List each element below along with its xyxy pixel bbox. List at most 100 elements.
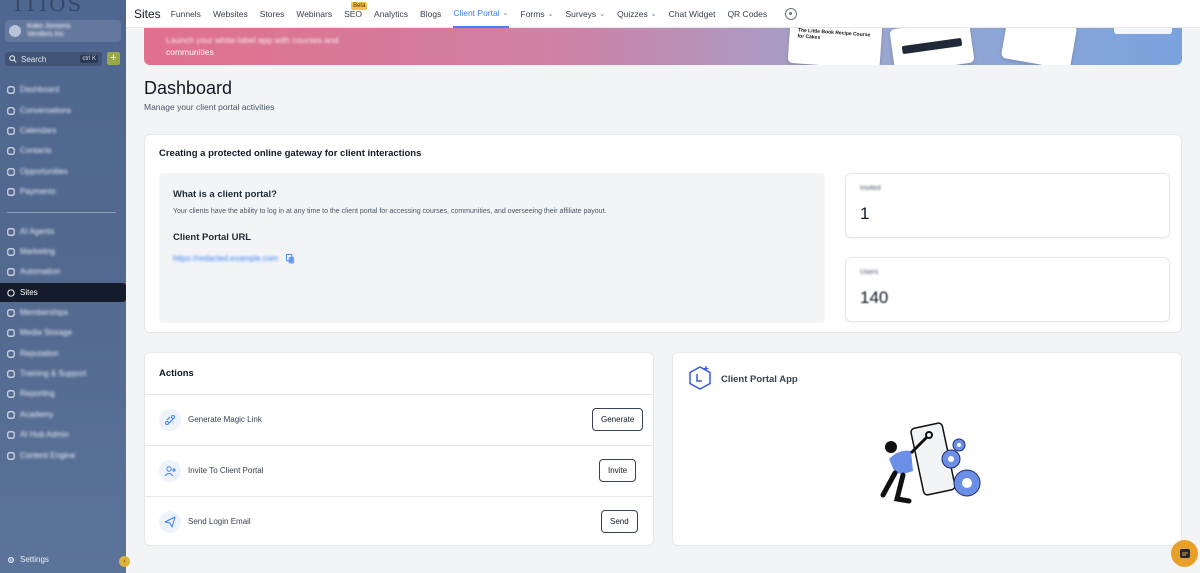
sidebar-item-label: Content Engine [20, 451, 76, 460]
nav-quizzes[interactable]: Quizzes ⌄ [617, 0, 657, 28]
copy-icon[interactable] [286, 254, 295, 264]
sidebar-item-label: Reporting [20, 389, 55, 398]
client-portal-app-logo-icon [689, 366, 711, 390]
nav-label: Analytics [374, 8, 409, 19]
banner-mockup-phone-2 [1000, 28, 1078, 65]
nav-funnels[interactable]: Funnels [171, 0, 201, 28]
search-icon [9, 55, 17, 63]
sidebar-item-ai-agents[interactable]: AI Agents [0, 222, 126, 241]
chevron-down-icon: ⌄ [547, 10, 554, 18]
nav-blogs[interactable]: Blogs [420, 0, 441, 28]
portal-info-box: What is a client portal? Your clients ha… [159, 173, 825, 323]
stat-label: Users [860, 269, 879, 276]
sidebar-item-ai-hub-admin[interactable]: AI Hub Admin [0, 425, 126, 444]
sidebar-item-dashboard[interactable]: Dashboard [0, 80, 126, 99]
actions-title: Actions [159, 368, 194, 379]
sidebar-item-media-storage[interactable]: Media Storage [0, 323, 126, 342]
nav-chat-widget[interactable]: Chat Widget [669, 0, 716, 28]
stat-invited: Invited 1 [845, 173, 1170, 238]
sidebar-item-payments[interactable]: Payments [0, 182, 126, 201]
sidebar-item-opportunities[interactable]: Opportunities [0, 162, 126, 181]
sidebar-item-sites[interactable]: Sites [0, 283, 126, 302]
chat-icon [1179, 548, 1190, 558]
invite-user-icon [159, 460, 181, 482]
sidebar-item-memberships[interactable]: Memberships [0, 303, 126, 322]
promo-banner[interactable]: Launch your white-label app with courses… [144, 28, 1182, 65]
chevron-down-icon: ⌄ [650, 10, 657, 18]
nav-forms[interactable]: Forms ⌄ [521, 0, 554, 28]
action-label: Send Login Email [188, 517, 251, 526]
sidebar-item-calendars[interactable]: Calendars [0, 121, 126, 140]
gear-icon [8, 556, 14, 563]
site-settings-gear-icon[interactable] [785, 7, 798, 20]
action-label: Generate Magic Link [188, 415, 262, 424]
sidebar-item-label: AI Agents [20, 227, 55, 236]
send-icon [159, 511, 181, 533]
portal-url-link[interactable]: https://redacted.example.com [173, 254, 278, 263]
banner-cta-button[interactable] [1114, 28, 1172, 34]
sidebar-item-reporting[interactable]: Reporting [0, 384, 126, 403]
nav-label: SEO [344, 8, 363, 19]
nav-client-portal[interactable]: Client Portal ⌄ [453, 0, 509, 28]
training-icon [7, 369, 15, 378]
sidebar: ITIOS Koko Jonisms Vendors Inc Search ct… [0, 0, 130, 573]
stat-label: Invited [860, 185, 881, 192]
portal-question: What is a client portal? [173, 189, 277, 200]
nav-label: Forms [520, 8, 545, 19]
action-row-send-email: Send Login Email Send [145, 496, 653, 547]
dollar-icon [7, 187, 15, 196]
account-sub: Vendors Inc [27, 31, 64, 38]
sidebar-item-label: Automation [20, 267, 61, 276]
sidebar-divider [7, 212, 116, 213]
sidebar-item-label: Opportunities [20, 167, 68, 176]
generate-button[interactable]: Generate [592, 408, 644, 431]
send-button[interactable]: Send [601, 510, 638, 533]
brand-logo: ITIOS [14, 0, 84, 16]
quick-add-button[interactable]: + [107, 52, 120, 65]
account-name: Koko Jonisms [27, 23, 71, 30]
collapse-sidebar-button[interactable]: ‹ [119, 556, 130, 567]
sidebar-search[interactable]: Search ctrl K [5, 52, 102, 66]
sidebar-item-label: Payments [20, 187, 56, 196]
membership-icon [7, 308, 15, 317]
account-switcher[interactable]: Koko Jonisms Vendors Inc [5, 20, 121, 42]
nav-seo[interactable]: SEO Beta [344, 0, 368, 28]
beta-badge: Beta [351, 1, 368, 10]
chevron-down-icon: ⌄ [502, 9, 509, 17]
client-portal-overview-card: Creating a protected online gateway for … [144, 134, 1182, 333]
nav-webinars[interactable]: Webinars [296, 0, 332, 28]
chart-icon [7, 389, 15, 398]
chat-support-button[interactable] [1171, 540, 1198, 567]
stat-value: 1 [860, 204, 870, 223]
sidebar-item-conversations[interactable]: Conversations [0, 101, 126, 120]
invite-button[interactable]: Invite [599, 459, 637, 482]
dashboard-icon [7, 85, 15, 94]
sidebar-item-automation[interactable]: Automation [0, 262, 126, 281]
megaphone-icon [7, 247, 15, 256]
action-row-magic-link: Generate Magic Link Generate [145, 394, 653, 445]
search-shortcut: ctrl K [80, 55, 98, 63]
sidebar-item-academy[interactable]: Academy [0, 405, 126, 424]
sidebar-item-settings[interactable]: Settings [0, 550, 126, 569]
nav-label: Funnels [170, 8, 201, 19]
sidebar-item-reputation[interactable]: Reputation [0, 344, 126, 363]
sidebar-item-contacts[interactable]: Contacts [0, 141, 126, 160]
nav-qr-codes[interactable]: QR Codes [727, 0, 767, 28]
sidebar-item-content-engine[interactable]: Content Engine [0, 446, 126, 465]
nav-websites[interactable]: Websites [213, 0, 248, 28]
app-title: Client Portal App [721, 374, 798, 385]
actions-card: Actions Generate Magic Link Generate Inv… [144, 352, 654, 546]
sidebar-item-label: Settings [20, 555, 49, 564]
sidebar-item-label: Calendars [20, 126, 57, 135]
nav-stores[interactable]: Stores [260, 0, 285, 28]
section-title: Sites [134, 6, 161, 21]
action-row-invite: Invite To Client Portal Invite [145, 445, 653, 496]
sidebar-item-marketing[interactable]: Marketing [0, 242, 126, 261]
banner-mockup-title: The Little Book Recipe Course for Cakes [797, 28, 871, 41]
nav-analytics[interactable]: Analytics [374, 0, 408, 28]
sidebar-item-label: Training & Support [20, 369, 87, 378]
sidebar-item-training-support[interactable]: Training & Support [0, 364, 126, 383]
search-placeholder: Search [21, 54, 47, 64]
stat-value: 140 [860, 288, 889, 307]
nav-surveys[interactable]: Surveys ⌄ [565, 0, 605, 28]
